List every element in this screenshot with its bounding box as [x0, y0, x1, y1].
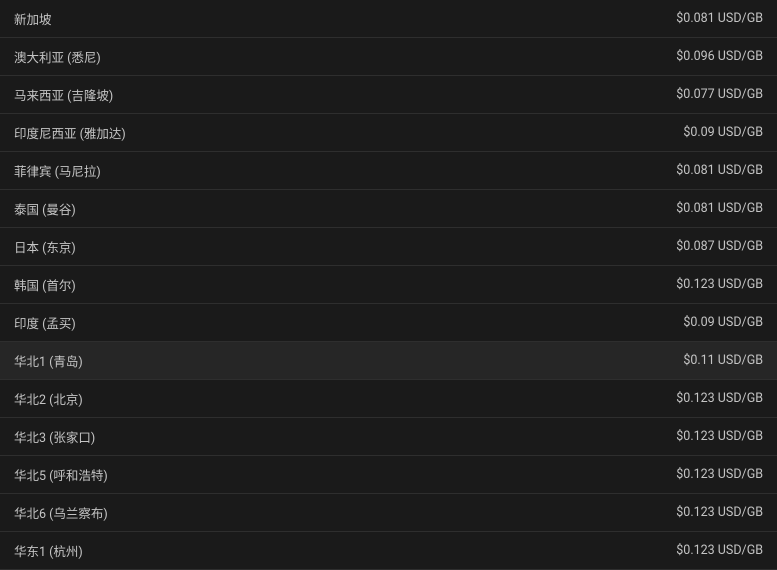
- region-name: 华北3 (张家口): [14, 427, 95, 446]
- region-name: 韩国 (首尔): [14, 275, 76, 294]
- region-name: 印度 (孟买): [14, 313, 76, 332]
- region-name: 华东1 (杭州): [14, 541, 83, 560]
- region-price: $0.11 USD/GB: [683, 353, 763, 368]
- region-price: $0.123 USD/GB: [676, 505, 763, 520]
- region-name: 华北1 (青岛): [14, 351, 83, 370]
- region-price: $0.081 USD/GB: [676, 11, 763, 26]
- region-price: $0.123 USD/GB: [676, 277, 763, 292]
- region-name: 日本 (东京): [14, 237, 76, 256]
- table-row[interactable]: 泰国 (曼谷) $0.081 USD/GB: [0, 190, 777, 228]
- table-row[interactable]: 日本 (东京) $0.087 USD/GB: [0, 228, 777, 266]
- region-price: $0.123 USD/GB: [676, 467, 763, 482]
- region-name: 华北5 (呼和浩特): [14, 465, 108, 484]
- region-price: $0.077 USD/GB: [676, 87, 763, 102]
- region-name: 澳大利亚 (悉尼): [14, 47, 101, 66]
- table-row[interactable]: 华北6 (乌兰察布) $0.123 USD/GB: [0, 494, 777, 532]
- table-row[interactable]: 印度尼西亚 (雅加达) $0.09 USD/GB: [0, 114, 777, 152]
- region-name: 菲律宾 (马尼拉): [14, 161, 101, 180]
- region-price: $0.09 USD/GB: [683, 125, 763, 140]
- table-row[interactable]: 印度 (孟买) $0.09 USD/GB: [0, 304, 777, 342]
- region-price: $0.081 USD/GB: [676, 163, 763, 178]
- region-price: $0.081 USD/GB: [676, 201, 763, 216]
- table-row[interactable]: 华北2 (北京) $0.123 USD/GB: [0, 380, 777, 418]
- table-row[interactable]: 华东1 (杭州) $0.123 USD/GB: [0, 532, 777, 570]
- region-price: $0.123 USD/GB: [676, 543, 763, 558]
- table-row[interactable]: 菲律宾 (马尼拉) $0.081 USD/GB: [0, 152, 777, 190]
- table-row[interactable]: 新加坡 $0.081 USD/GB: [0, 0, 777, 38]
- table-row[interactable]: 华北5 (呼和浩特) $0.123 USD/GB: [0, 456, 777, 494]
- region-name: 新加坡: [14, 9, 52, 28]
- table-row[interactable]: 马来西亚 (吉隆坡) $0.077 USD/GB: [0, 76, 777, 114]
- region-price: $0.123 USD/GB: [676, 391, 763, 406]
- table-row[interactable]: 华北3 (张家口) $0.123 USD/GB: [0, 418, 777, 456]
- region-price: $0.096 USD/GB: [676, 49, 763, 64]
- table-row[interactable]: 华北1 (青岛) $0.11 USD/GB: [0, 342, 777, 380]
- region-name: 印度尼西亚 (雅加达): [14, 123, 126, 142]
- region-price: $0.123 USD/GB: [676, 429, 763, 444]
- region-name: 华北6 (乌兰察布): [14, 503, 108, 522]
- region-name: 马来西亚 (吉隆坡): [14, 85, 113, 104]
- table-row[interactable]: 澳大利亚 (悉尼) $0.096 USD/GB: [0, 38, 777, 76]
- region-price: $0.087 USD/GB: [676, 239, 763, 254]
- table-row[interactable]: 韩国 (首尔) $0.123 USD/GB: [0, 266, 777, 304]
- region-name: 华北2 (北京): [14, 389, 83, 408]
- region-price: $0.09 USD/GB: [683, 315, 763, 330]
- pricing-table: 新加坡 $0.081 USD/GB 澳大利亚 (悉尼) $0.096 USD/G…: [0, 0, 777, 570]
- region-name: 泰国 (曼谷): [14, 199, 76, 218]
